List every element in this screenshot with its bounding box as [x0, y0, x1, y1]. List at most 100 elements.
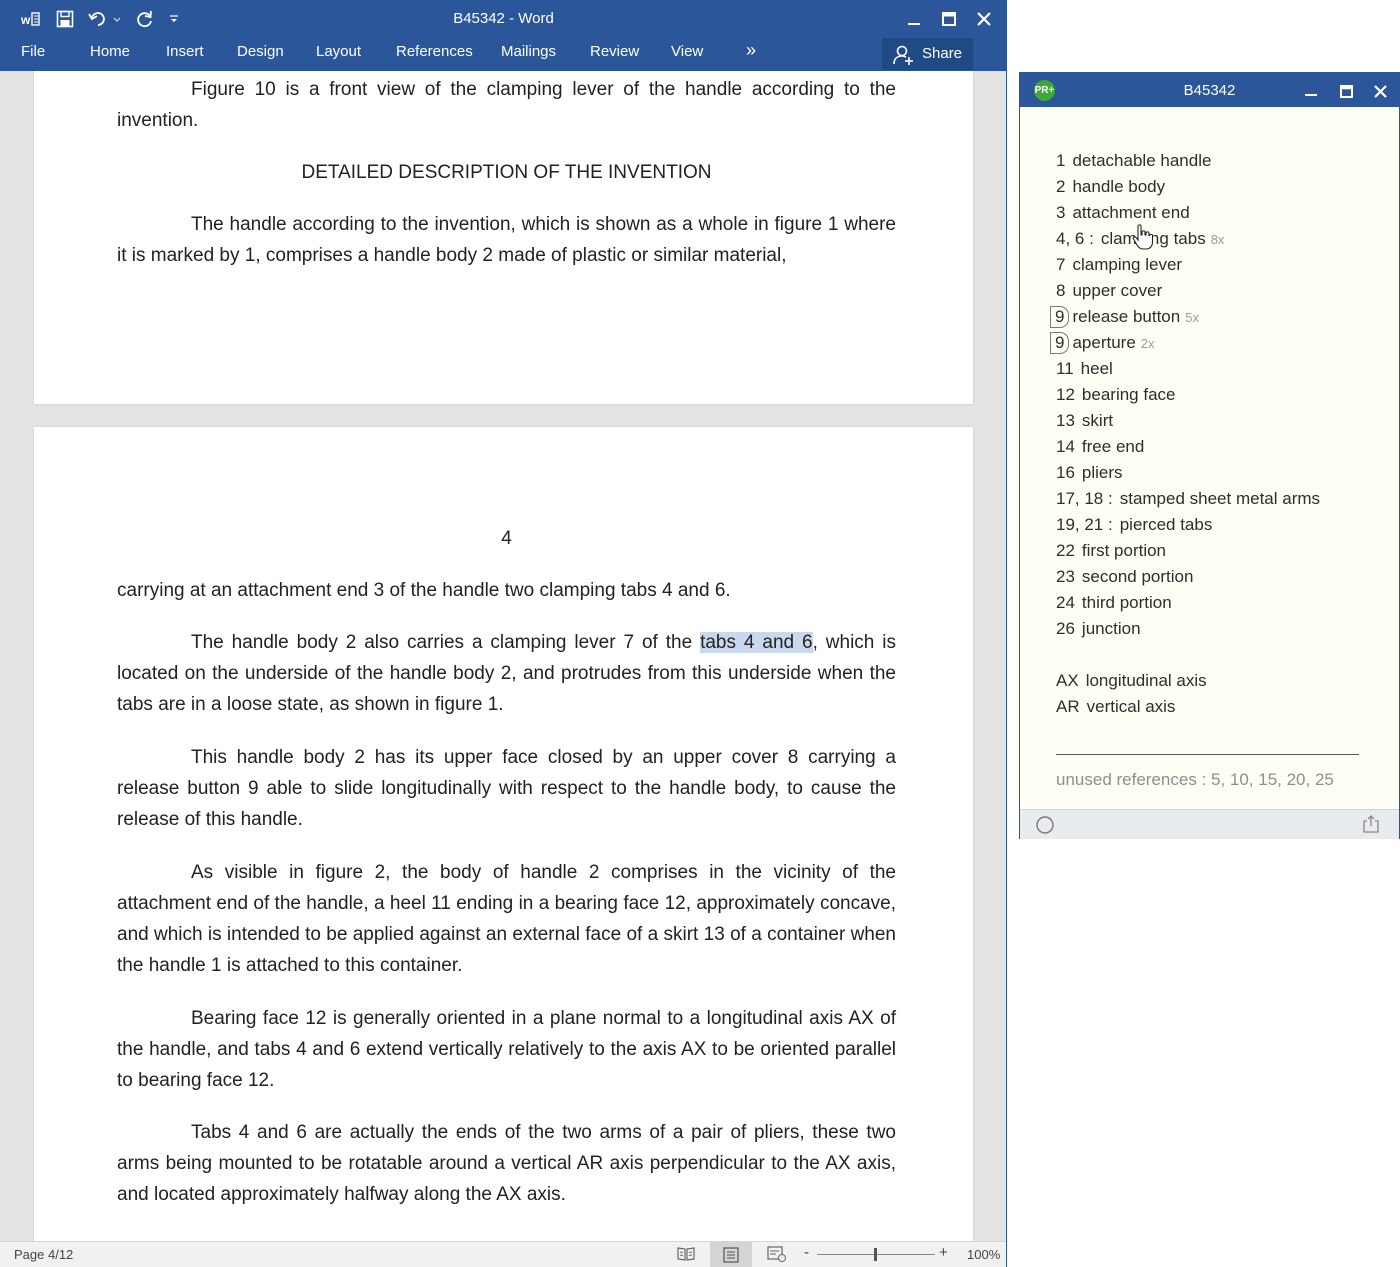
reference-label: detachable handle [1072, 151, 1212, 170]
panel-title-bar: PR+ B45342 [1020, 73, 1399, 107]
reference-number: 7 [1056, 255, 1066, 274]
reference-item[interactable]: 24 third portion [1056, 590, 1386, 616]
title-bar: w B45342 - Word [0, 0, 1006, 38]
occurrence-count: 8x [1210, 231, 1225, 247]
reference-item[interactable]: 2 handle body [1056, 174, 1386, 200]
circle-icon[interactable] [1035, 815, 1055, 840]
maximize-icon[interactable] [938, 8, 960, 30]
zoom-out-button[interactable]: - [804, 1244, 809, 1261]
print-layout-icon[interactable] [710, 1242, 752, 1267]
reference-label: bearing face [1081, 385, 1176, 404]
word-window: w B45342 - Word File Home Insert Design … [0, 0, 1007, 1267]
reference-item[interactable]: 23 second portion [1056, 564, 1386, 590]
reference-number-conflict: 9 [1050, 332, 1070, 354]
reference-item[interactable]: 26 junction [1056, 616, 1386, 642]
reference-item[interactable]: 12 bearing face [1056, 382, 1386, 408]
page-number: 4 [501, 528, 512, 549]
tab-review[interactable]: Review [590, 43, 639, 60]
reference-item[interactable]: 3 attachment end [1056, 200, 1386, 226]
tab-mailings[interactable]: Mailings [501, 43, 556, 60]
reference-label: handle body [1072, 177, 1166, 196]
reference-label: first portion [1081, 541, 1167, 560]
reference-number: 16 [1056, 463, 1075, 482]
paragraph: carrying at an attachment end 3 of the h… [117, 580, 731, 601]
reference-label: aperture [1072, 333, 1136, 352]
reference-label: release button [1072, 307, 1181, 326]
hand-cursor-icon [1132, 224, 1154, 255]
reference-label: pliers [1081, 463, 1123, 482]
reference-label: pierced tabs [1119, 515, 1213, 534]
axis-item[interactable]: AX longitudinal axis [1056, 668, 1386, 694]
page-indicator[interactable]: Page 4/12 [14, 1247, 73, 1262]
ribbon-tabs: File Home Insert Design Layout Reference… [0, 38, 1006, 71]
tab-home[interactable]: Home [90, 43, 130, 60]
reference-label: clamping lever [1072, 255, 1183, 274]
axis-item[interactable]: AR vertical axis [1056, 694, 1386, 720]
reference-number: 1 [1056, 151, 1066, 170]
reference-item[interactable]: 22 first portion [1056, 538, 1386, 564]
reference-item[interactable]: 17, 18 : stamped sheet metal arms [1056, 486, 1386, 512]
reference-item[interactable]: 16 pliers [1056, 460, 1386, 486]
reference-item[interactable]: 8 upper cover [1056, 278, 1386, 304]
occurrence-count: 5x [1185, 309, 1199, 325]
read-mode-icon[interactable] [677, 1246, 695, 1265]
status-bar: Page 4/12 - + 100% [0, 1241, 1006, 1267]
minimize-icon[interactable] [1301, 81, 1321, 101]
share-export-icon[interactable] [1361, 814, 1381, 839]
close-icon[interactable] [973, 8, 995, 30]
reference-label: free end [1081, 437, 1145, 456]
reference-number: 22 [1056, 541, 1075, 560]
panel-footer [1020, 809, 1399, 839]
person-icon [892, 44, 914, 71]
section-heading: DETAILED DESCRIPTION OF THE INVENTION [301, 162, 712, 183]
reference-label: upper cover [1072, 281, 1163, 300]
reference-number: 19, 21 : [1056, 515, 1113, 534]
reference-number: 24 [1056, 593, 1075, 612]
axis-label: longitudinal axis [1085, 671, 1207, 690]
reference-item[interactable]: 9 release button 5x [1050, 304, 1386, 330]
reference-item[interactable]: 14 free end [1056, 434, 1386, 460]
zoom-slider-thumb[interactable] [874, 1248, 877, 1261]
share-button[interactable]: Share [882, 38, 973, 70]
reference-number: 11 [1056, 359, 1074, 378]
tab-insert[interactable]: Insert [166, 43, 204, 60]
zoom-level[interactable]: 100% [967, 1247, 1000, 1262]
occurrence-count: 2x [1140, 335, 1155, 351]
tab-layout[interactable]: Layout [316, 43, 361, 60]
tab-references[interactable]: References [396, 43, 473, 60]
reference-item[interactable]: 1 detachable handle [1056, 148, 1386, 174]
tab-file[interactable]: File [21, 43, 45, 60]
reference-label: second portion [1081, 567, 1194, 586]
maximize-icon[interactable] [1336, 81, 1356, 101]
reference-number: 8 [1056, 281, 1066, 300]
reference-label: attachment end [1072, 203, 1190, 222]
axis-code: AX [1056, 671, 1079, 690]
reference-number: 3 [1056, 203, 1066, 222]
tab-view[interactable]: View [671, 43, 703, 60]
tab-design[interactable]: Design [237, 43, 284, 60]
reference-item[interactable]: 19, 21 : pierced tabs [1056, 512, 1386, 538]
close-icon[interactable] [1370, 81, 1390, 101]
reference-number: 14 [1056, 437, 1075, 456]
reference-panel: PR+ B45342 1 detachable handle 2 handle bo… [1019, 72, 1400, 839]
share-label: Share [922, 45, 963, 62]
web-layout-icon[interactable] [767, 1246, 787, 1265]
reference-item[interactable]: 13 skirt [1056, 408, 1386, 434]
axis-code: AR [1056, 697, 1080, 716]
more-tabs-icon[interactable]: » [746, 40, 756, 61]
window-title: B45342 - Word [453, 10, 554, 27]
reference-item[interactable]: 9 aperture 2x [1050, 330, 1386, 356]
selected-text[interactable]: tabs 4 and 6 [700, 632, 813, 653]
minimize-icon[interactable] [903, 8, 925, 30]
reference-item[interactable]: 7 clamping lever [1056, 252, 1386, 278]
document-area[interactable]: Figure 10 is a front view of the clampin… [0, 71, 1006, 1241]
reference-item[interactable]: 4, 6 : clamping tabs 8x [1056, 226, 1386, 252]
reference-label: heel [1080, 359, 1113, 378]
zoom-in-button[interactable]: + [939, 1244, 948, 1261]
reference-item[interactable]: 11 heel [1056, 356, 1386, 382]
text-run: The handle body 2 also carries a clampin… [191, 632, 701, 653]
reference-list: 1 detachable handle 2 handle body 3 attachm… [1050, 148, 1386, 720]
paragraph: Figure 10 is a front view of the clampin… [117, 79, 896, 131]
unused-references: unused references : 5, 10, 15, 20, 25 [1056, 770, 1334, 789]
paragraph: This handle body 2 has its upper face cl… [117, 747, 896, 830]
